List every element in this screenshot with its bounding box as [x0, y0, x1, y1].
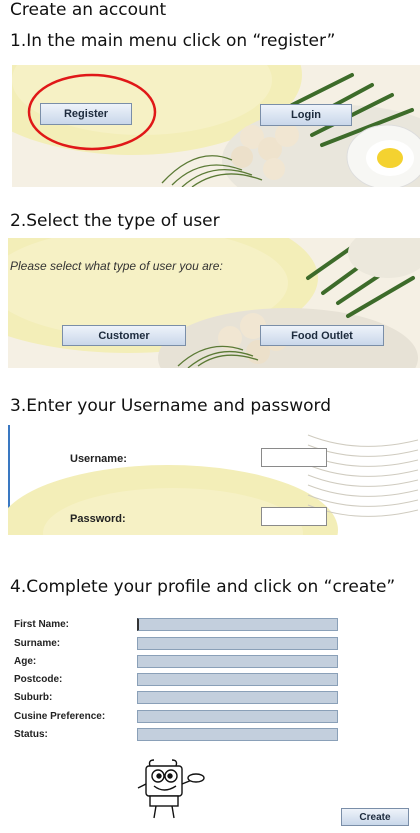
step-3-heading: 3.Enter your Username and password — [10, 396, 332, 416]
user-type-panel: Please select what type of user you are:… — [8, 238, 420, 368]
step-1-heading: 1.In the main menu click on “register” — [10, 31, 336, 51]
age-label: Age: — [14, 656, 37, 667]
profile-panel: First Name: Surname: Age: Postcode: Subu… — [8, 610, 410, 832]
register-button[interactable]: Register — [40, 103, 132, 125]
page-title: Create an account — [10, 0, 167, 20]
cuisine-preference-label: Cusine Preference: — [14, 711, 106, 722]
credentials-panel: Username: Password: — [8, 425, 418, 535]
password-label: Password: — [70, 513, 126, 525]
status-label: Status: — [14, 729, 48, 740]
first-name-label: First Name: — [14, 619, 70, 630]
surname-field[interactable] — [137, 637, 338, 650]
step-4-heading: 4.Complete your profile and click on “cr… — [10, 577, 396, 597]
cuisine-preference-field[interactable] — [137, 710, 338, 723]
customer-button[interactable]: Customer — [62, 325, 186, 346]
postcode-label: Postcode: — [14, 674, 63, 685]
password-field[interactable] — [261, 507, 327, 526]
food-background-art — [8, 238, 420, 368]
create-button[interactable]: Create — [341, 808, 409, 826]
step-2-heading: 2.Select the type of user — [10, 211, 220, 231]
suburb-label: Suburb: — [14, 692, 53, 703]
username-label: Username: — [70, 453, 127, 465]
food-outlet-button[interactable]: Food Outlet — [260, 325, 384, 346]
postcode-field[interactable] — [137, 673, 338, 686]
food-background-art — [12, 65, 420, 187]
status-field[interactable] — [137, 728, 338, 741]
main-menu-panel: Register Login — [12, 65, 420, 187]
username-field[interactable] — [261, 448, 327, 467]
login-button[interactable]: Login — [260, 104, 352, 126]
user-type-prompt: Please select what type of user you are: — [10, 259, 223, 273]
first-name-field[interactable] — [137, 618, 338, 631]
cartoon-chef-sponge-icon — [137, 759, 205, 819]
age-field[interactable] — [137, 655, 338, 668]
surname-label: Surname: — [14, 638, 61, 649]
suburb-field[interactable] — [137, 691, 338, 704]
